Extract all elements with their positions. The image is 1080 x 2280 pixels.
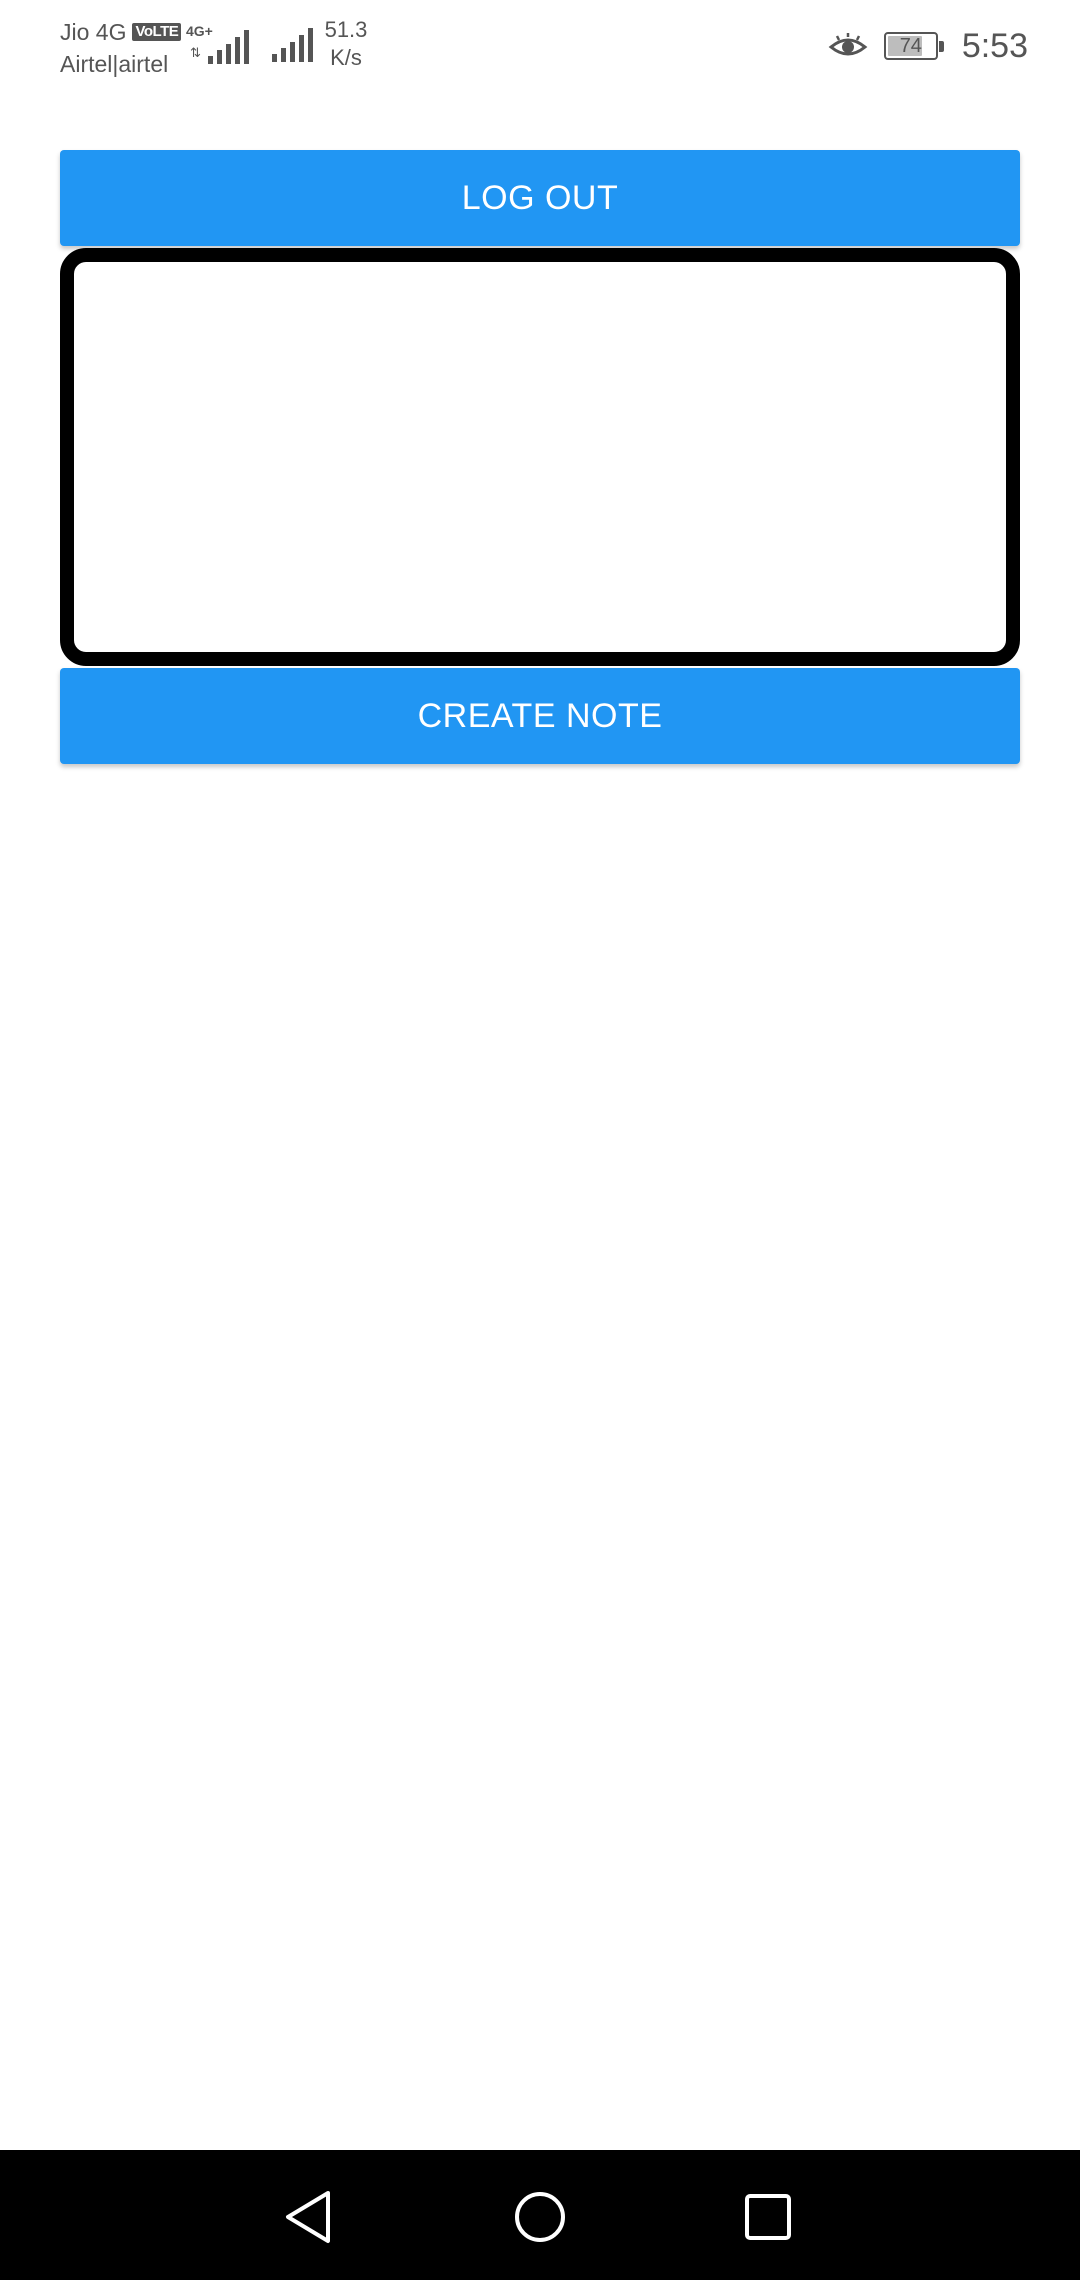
home-icon: [515, 2192, 565, 2242]
data-arrows-icon: ⇅: [190, 45, 201, 60]
carrier-secondary: Airtel|airtel: [60, 51, 169, 77]
carrier-primary: Jio 4G: [60, 19, 127, 45]
signal-4g-icon: 4G+ ⇅: [186, 24, 249, 64]
carrier-info: Jio 4G VoLTE Airtel|airtel: [60, 16, 182, 80]
back-icon: [286, 2191, 330, 2243]
signal-icon: [272, 26, 313, 62]
battery-icon: 74: [883, 32, 944, 60]
network-speed: 51.3 K/s: [320, 16, 372, 72]
home-button[interactable]: [508, 2185, 572, 2249]
back-button[interactable]: [276, 2185, 340, 2249]
speed-value: 51.3: [324, 17, 368, 42]
eye-icon: [828, 33, 868, 56]
note-input[interactable]: [60, 248, 1020, 666]
carrier-primary-line: Jio 4G VoLTE: [60, 16, 182, 48]
navigation-bar: [0, 2150, 1080, 2280]
signal-bars: [272, 28, 313, 62]
recent-apps-button[interactable]: [736, 2185, 800, 2249]
logout-button[interactable]: LOG OUT: [60, 150, 1020, 246]
battery-level: 74: [899, 35, 922, 57]
signal-bars: [208, 30, 249, 64]
clock: 5:53: [961, 26, 1028, 65]
create-note-button[interactable]: CREATE NOTE: [60, 668, 1020, 764]
battery-tip: [938, 41, 944, 52]
status-right-group: 74 5:53: [828, 22, 1028, 70]
volte-badge: VoLTE: [132, 23, 182, 41]
carrier-secondary-line: Airtel|airtel: [60, 48, 181, 80]
status-bar: Jio 4G VoLTE Airtel|airtel 4G+ ⇅ 51.3 K/…: [0, 0, 1080, 90]
app-screen: Jio 4G VoLTE Airtel|airtel 4G+ ⇅ 51.3 K/…: [0, 0, 1080, 2280]
recent-apps-icon: [745, 2194, 791, 2240]
speed-unit: K/s: [330, 45, 362, 70]
